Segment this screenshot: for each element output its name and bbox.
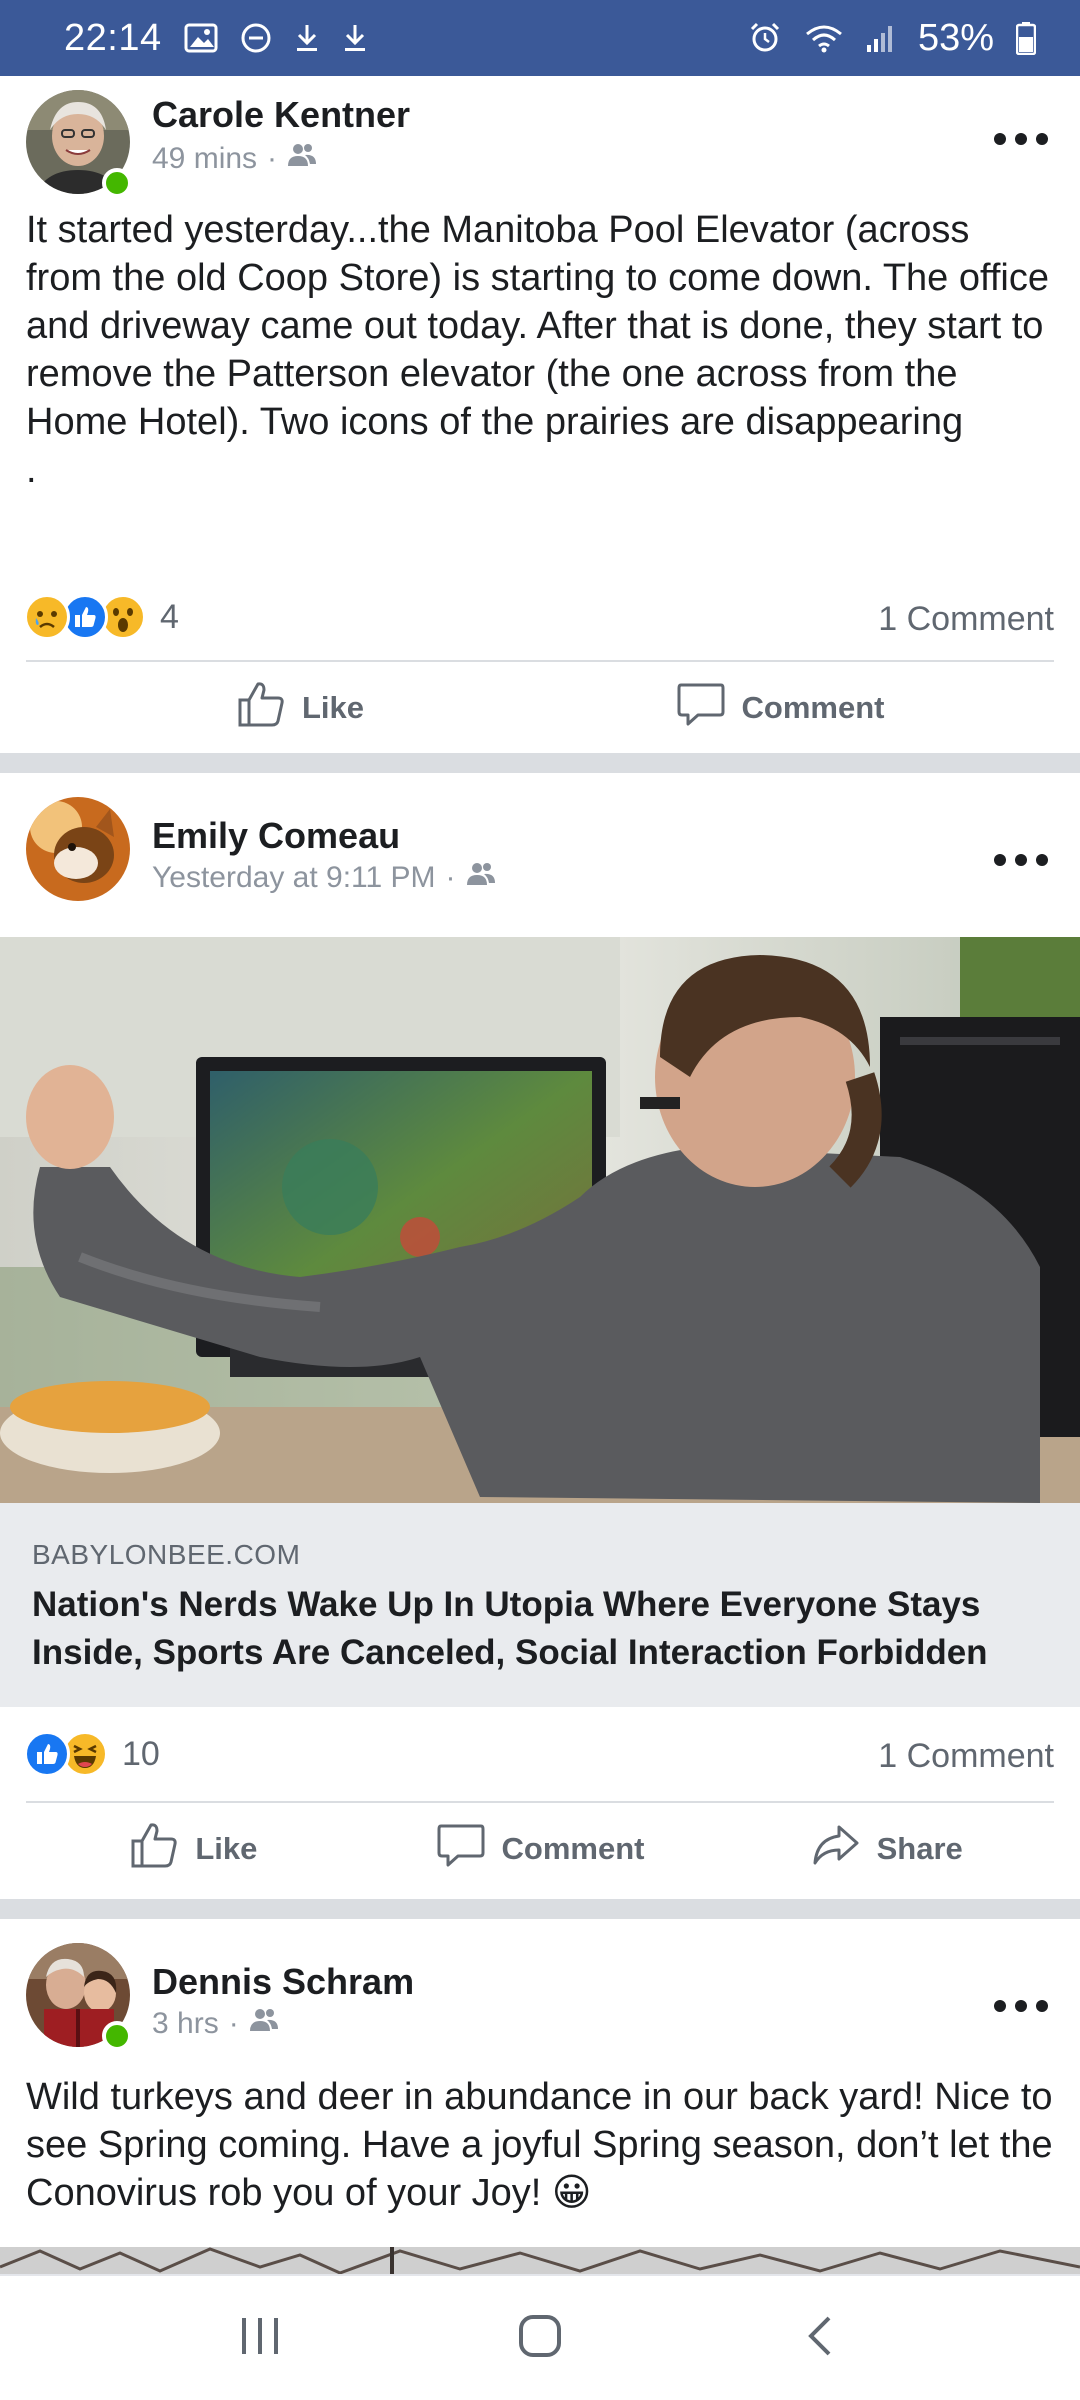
wifi-icon [804, 22, 844, 54]
link-preview-text[interactable]: BABYLONBEE.COM Nation's Nerds Wake Up In… [0, 1503, 1080, 1707]
post-actions: Like Comment Share [0, 1803, 1080, 1895]
post-emily-comeau: Emily Comeau Yesterday at 9:11 PM · BABY… [0, 773, 1080, 1899]
link-title[interactable]: Nation's Nerds Wake Up In Utopia Where E… [32, 1581, 1020, 1677]
system-nav-bar [0, 2274, 1080, 2400]
post-author[interactable]: Dennis Schram [152, 1961, 414, 2003]
reaction-count: 10 [122, 1734, 160, 1773]
gallery-icon [184, 23, 218, 53]
home-button[interactable] [480, 2298, 600, 2378]
comment-count[interactable]: 1 Comment [878, 1737, 1054, 1776]
post-body-trailing: . [26, 449, 37, 491]
post-time[interactable]: 49 mins [152, 142, 257, 176]
more-options-button[interactable] [994, 843, 1048, 877]
grinning-emoji: 😀 [551, 2172, 592, 2214]
recent-apps-icon [238, 2316, 282, 2361]
meta-separator: · [228, 2007, 239, 2040]
reaction-summary[interactable]: 4 [24, 594, 179, 640]
home-icon [518, 2314, 562, 2363]
alarm-icon [748, 21, 782, 55]
like-label: Like [195, 1831, 258, 1866]
link-preview-image[interactable] [0, 937, 1080, 1503]
signal-icon [866, 23, 896, 53]
post-dennis-schram: Dennis Schram 3 hrs · Wild turkeys and d… [0, 1919, 1080, 2274]
comment-count[interactable]: 1 Comment [878, 600, 1054, 639]
thumbs-up-icon [236, 680, 286, 736]
thumbs-up-icon [129, 1821, 179, 1877]
post-actions: Like Comment [0, 662, 1080, 754]
like-icon [24, 1731, 70, 1777]
online-indicator [102, 168, 132, 198]
post-text: It started yesterday...the Manitoba Pool… [0, 206, 1080, 494]
post-carole-kentner: Carole Kentner 49 mins · It started yest… [0, 76, 1080, 753]
share-label: Share [876, 1831, 963, 1866]
more-options-button[interactable] [994, 122, 1048, 156]
reactions-row: 4 1 Comment [0, 570, 1080, 662]
like-label: Like [301, 690, 365, 725]
comment-icon [436, 1821, 486, 1877]
feed-divider [0, 753, 1080, 773]
feed-divider [0, 1899, 1080, 1919]
meta-separator: · [267, 142, 278, 175]
online-indicator [102, 2021, 132, 2051]
more-options-button[interactable] [994, 1989, 1048, 2023]
post-header: Carole Kentner 49 mins · [0, 76, 1080, 206]
share-icon [811, 1821, 861, 1877]
link-preview[interactable]: BABYLONBEE.COM Nation's Nerds Wake Up In… [0, 937, 1080, 1707]
reactions-row: 10 1 Comment [0, 1707, 1080, 1799]
comment-button[interactable]: Comment [367, 1821, 714, 1877]
reaction-summary[interactable]: 10 [24, 1731, 160, 1777]
post-header: Emily Comeau Yesterday at 9:11 PM · [0, 773, 1080, 937]
friends-icon [466, 861, 496, 895]
status-time: 22:14 [64, 16, 162, 59]
status-bar: 22:14 53% [0, 0, 1080, 76]
link-domain: BABYLONBEE.COM [32, 1539, 301, 1570]
post-time[interactable]: Yesterday at 9:11 PM [152, 861, 436, 895]
comment-button[interactable]: Comment [540, 680, 1020, 736]
comment-label: Comment [741, 690, 885, 725]
post-body: It started yesterday...the Manitoba Pool… [26, 209, 1049, 443]
status-left: 22:14 [64, 17, 368, 60]
reaction-count: 4 [160, 597, 179, 636]
battery-icon [1016, 21, 1036, 55]
like-button[interactable]: Like [20, 1821, 367, 1877]
sad-icon [24, 594, 70, 640]
status-right: 53% [748, 17, 1036, 60]
post-meta: Yesterday at 9:11 PM · [152, 861, 496, 895]
post-text: Wild turkeys and deer in abundance in ou… [0, 2073, 1080, 2217]
post-body: Wild turkeys and deer in abundance in ou… [26, 2076, 1053, 2214]
post-photo-preview[interactable] [0, 2247, 1080, 2274]
post-author[interactable]: Carole Kentner [152, 94, 410, 136]
back-icon [805, 2314, 835, 2363]
do-not-disturb-icon [240, 22, 272, 54]
post-time[interactable]: 3 hrs [152, 2007, 219, 2041]
comment-icon [676, 680, 726, 736]
post-meta: 49 mins · [152, 142, 317, 176]
like-button[interactable]: Like [60, 680, 540, 736]
battery-percent: 53% [917, 16, 994, 59]
download-icon [294, 22, 320, 54]
friends-icon [249, 2007, 279, 2041]
back-button[interactable] [760, 2298, 880, 2378]
post-meta: 3 hrs · [152, 2007, 279, 2041]
recent-apps-button[interactable] [200, 2298, 320, 2378]
share-button[interactable]: Share [713, 1821, 1060, 1877]
meta-separator: · [445, 861, 456, 894]
comment-label: Comment [501, 1831, 645, 1866]
download-icon [342, 22, 368, 54]
post-author[interactable]: Emily Comeau [152, 815, 400, 857]
post-header: Dennis Schram 3 hrs · [0, 1919, 1080, 2073]
avatar[interactable] [26, 797, 130, 901]
friends-icon [287, 142, 317, 176]
